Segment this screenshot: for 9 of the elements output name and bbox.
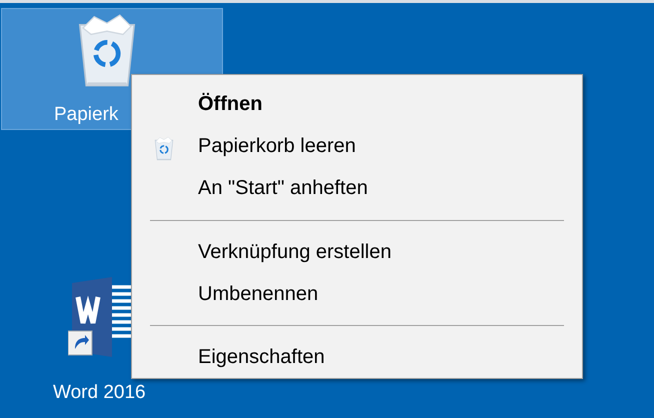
menu-item[interactable]: Papierkorb leeren bbox=[132, 125, 582, 168]
recycle-bin-icon bbox=[153, 136, 175, 162]
menu-item[interactable]: Öffnen bbox=[132, 83, 582, 126]
menu-item[interactable]: Verknüpfung erstellen bbox=[132, 230, 582, 273]
menu-item[interactable]: Umbenennen bbox=[132, 272, 582, 315]
desktop-icon-label[interactable]: Word 2016 bbox=[53, 381, 146, 405]
menu-item[interactable]: An "Start" anheften bbox=[132, 167, 582, 210]
desktop-icon-label[interactable]: Papierk bbox=[54, 103, 118, 127]
menu-item[interactable]: Eigenschaften bbox=[132, 336, 582, 378]
